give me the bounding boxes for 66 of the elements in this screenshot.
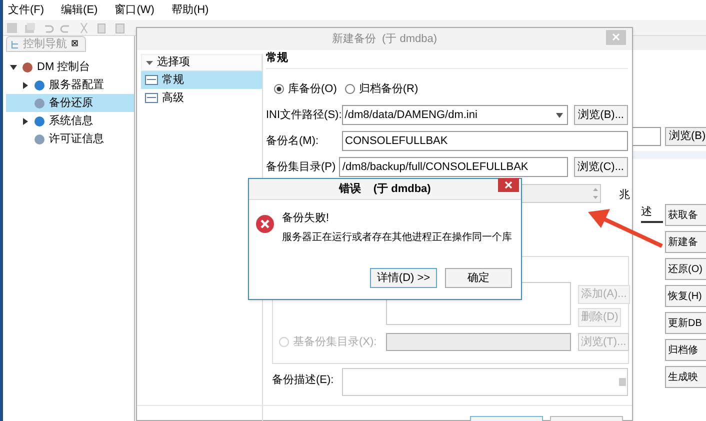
menu-item[interactable]: 窗口(W) (114, 2, 154, 18)
option-item[interactable]: 高级 (141, 89, 262, 107)
tree-item[interactable]: 服务器配置 (6, 76, 134, 94)
action-button[interactable]: 新建备 (665, 231, 706, 253)
radio-icon[interactable] (344, 84, 355, 94)
tree-item[interactable]: DM 控制台 (6, 58, 134, 76)
browse-button[interactable]: 浏览(B)... (574, 105, 628, 125)
collapse-icon[interactable] (146, 59, 153, 66)
browse-button[interactable]: 浏览(C)... (574, 157, 628, 177)
tree-item[interactable]: 系统信息 (6, 112, 134, 130)
field-label: 备份描述(E): (272, 373, 335, 388)
error-heading: 备份失败! (282, 211, 330, 226)
field-label: INI文件路径(S): (266, 108, 342, 123)
option-item[interactable]: 常规 (141, 71, 262, 89)
node-icon (34, 80, 45, 90)
action-button[interactable]: 还原(O) (665, 258, 706, 280)
action-button[interactable]: 获取备 (665, 204, 706, 226)
error-message: 服务器正在运行或者存在其他进程正在操作同一个库 (282, 230, 512, 244)
unit-label: 兆 (619, 188, 630, 203)
menu-item[interactable]: 编辑(E) (61, 2, 98, 18)
expand-icon[interactable] (22, 82, 29, 88)
dropdown-field[interactable]: /dm8/data/DAMENG/dm.ini (342, 105, 568, 125)
input-field[interactable]: /dm8/backup/full/CONSOLEFULLBAK (339, 157, 568, 177)
input-field[interactable]: CONSOLEFULLBAK (342, 131, 628, 151)
node-icon (34, 116, 45, 126)
close-icon[interactable] (498, 178, 519, 192)
text-area[interactable] (342, 368, 628, 396)
node-icon (22, 62, 33, 72)
action-button[interactable]: 归档修 (665, 339, 706, 361)
node-icon (34, 134, 45, 144)
collapse-icon[interactable] (10, 64, 17, 70)
radio-icon[interactable] (274, 84, 284, 94)
node-icon (34, 98, 45, 108)
window-title: 错误 (于 dmdba) (339, 182, 431, 197)
menu-item[interactable]: 帮助(H) (171, 2, 209, 18)
radio-label[interactable]: 归档备份(R) (358, 80, 418, 98)
dialog-button[interactable]: 详情(D) >> (370, 268, 437, 288)
tree-item[interactable]: 许可证信息 (6, 130, 134, 148)
tree-icon (10, 40, 19, 48)
save-icon[interactable] (6, 22, 18, 34)
radio-label[interactable]: 库备份(O) (288, 80, 337, 98)
input-field[interactable] (386, 333, 571, 351)
tree-item[interactable]: 备份还原 (6, 94, 134, 112)
page-icon (145, 93, 158, 103)
error-icon (256, 215, 274, 233)
action-button[interactable]: 更新DB (665, 312, 706, 334)
field-label: 备份集目录(P) (266, 160, 337, 175)
save-all-icon[interactable] (24, 22, 36, 34)
browse-button[interactable]: 浏览(B) (665, 127, 706, 146)
window-title: 新建备份 (于 dmdba) (332, 32, 438, 47)
field-label: 基备份集目录(X): (293, 334, 377, 350)
column-header: 述 (641, 204, 663, 222)
section-title: 常规 (266, 50, 288, 66)
dialog-button[interactable]: 确定 (445, 268, 512, 288)
close-icon[interactable]: ⊠ (71, 37, 79, 51)
section-label: 选择项 (157, 55, 190, 70)
caret-icon[interactable] (556, 112, 564, 118)
paste-icon[interactable] (114, 22, 126, 34)
copy-icon[interactable] (96, 22, 108, 34)
menu-item[interactable]: 文件(F) (8, 2, 44, 18)
expand-icon[interactable] (22, 118, 29, 124)
page-icon (145, 75, 158, 85)
field-label: 备份名(M): (266, 134, 320, 149)
action-button[interactable]: 生成映 (665, 366, 706, 388)
action-button[interactable]: 恢复(H) (665, 285, 706, 307)
cut-icon[interactable] (78, 22, 90, 34)
